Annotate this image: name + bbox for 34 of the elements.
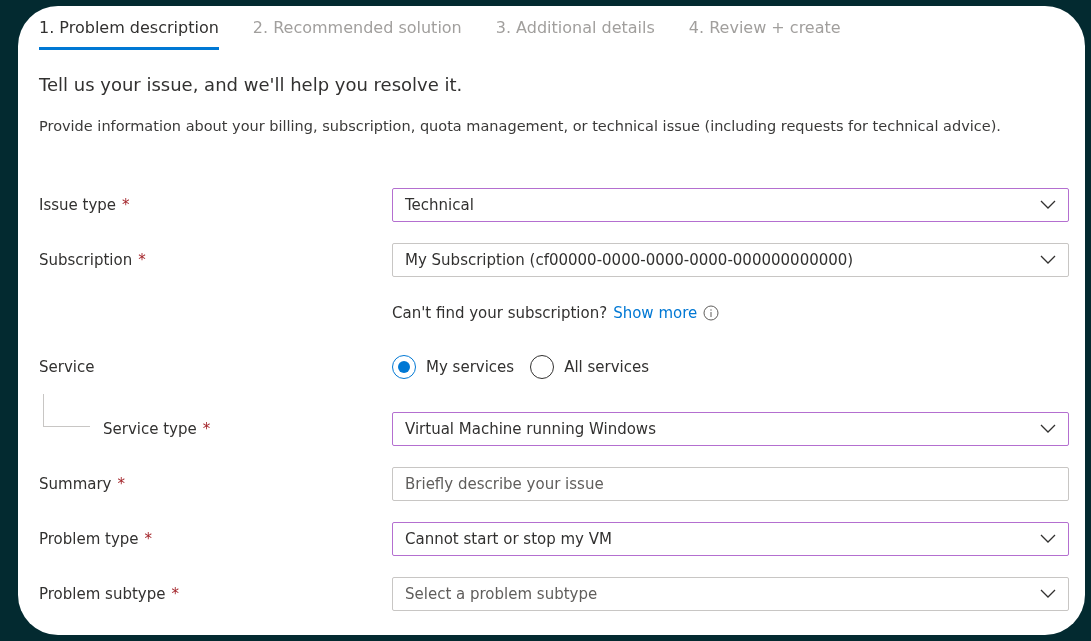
field-label: Problem subtype [39, 584, 166, 603]
description-text: Provide information about your billing, subscription, quota management, or technical issue (including requests for technical advice). [39, 117, 1002, 136]
chevron-down-icon [1040, 533, 1056, 544]
hint-text: Can't find your subscription? [392, 304, 608, 322]
field-label: Issue type [39, 195, 117, 214]
field-label: Subscription [39, 250, 133, 269]
step-tab[interactable]: 1. Problem description [39, 6, 219, 50]
chevron-down-icon [1040, 199, 1056, 210]
chevron-down-icon [1040, 254, 1056, 265]
required-mark: * [202, 419, 211, 438]
summary-input-field[interactable]: Briefly describe your issue [392, 466, 1069, 501]
radio-button-icon[interactable] [392, 354, 416, 379]
radio-option[interactable]: My services [392, 354, 515, 379]
chevron-down-icon [1040, 588, 1056, 599]
dropdown-field[interactable]: Cannot start or stop my VM [392, 521, 1069, 556]
radio-option[interactable]: All services [530, 354, 650, 379]
field-label: Summary [39, 474, 112, 493]
info-icon[interactable] [703, 305, 720, 321]
field-label: Service [39, 357, 95, 376]
radio-button-icon[interactable] [530, 354, 555, 379]
required-mark: * [117, 474, 125, 493]
required-mark: * [122, 195, 130, 214]
show-more-link[interactable]: Show more [613, 304, 698, 322]
field-label: Problem type [39, 529, 139, 548]
dropdown-field[interactable]: My Subscription (cf00000-0000-0000-0000-000000000000) [392, 242, 1069, 277]
dropdown-field[interactable]: Virtual Machine running Windows [392, 411, 1069, 446]
dropdown-field[interactable]: Select a problem subtype [392, 576, 1069, 611]
page-heading: Tell us your issue, and we'll help you resolve it. [39, 73, 464, 97]
required-mark: * [138, 250, 146, 269]
required-mark: * [171, 584, 179, 603]
field-label: Service type [103, 419, 197, 438]
dropdown-field[interactable]: Technical [392, 187, 1069, 222]
required-mark: * [144, 529, 153, 548]
chevron-down-icon [1040, 423, 1056, 434]
